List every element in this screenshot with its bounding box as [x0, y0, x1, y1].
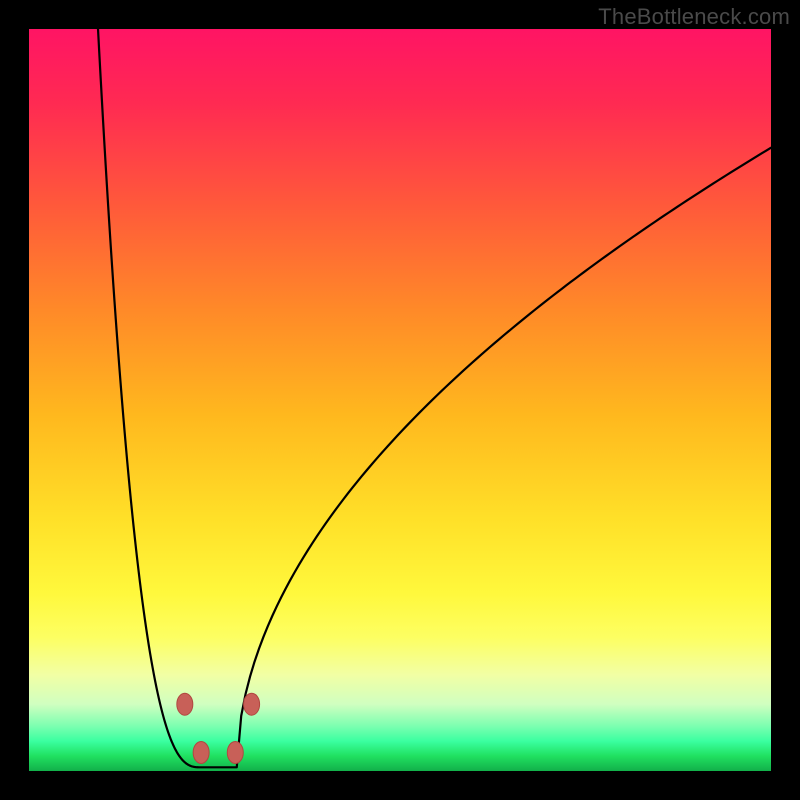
curve-marker — [177, 693, 193, 715]
bottleneck-curve — [98, 29, 771, 767]
curve-svg — [29, 29, 771, 771]
marker-group — [177, 693, 260, 763]
curve-marker — [227, 741, 243, 763]
curve-marker — [244, 693, 260, 715]
curve-marker — [193, 741, 209, 763]
watermark-text: TheBottleneck.com — [598, 4, 790, 30]
chart-frame: TheBottleneck.com — [0, 0, 800, 800]
plot-area — [29, 29, 771, 771]
